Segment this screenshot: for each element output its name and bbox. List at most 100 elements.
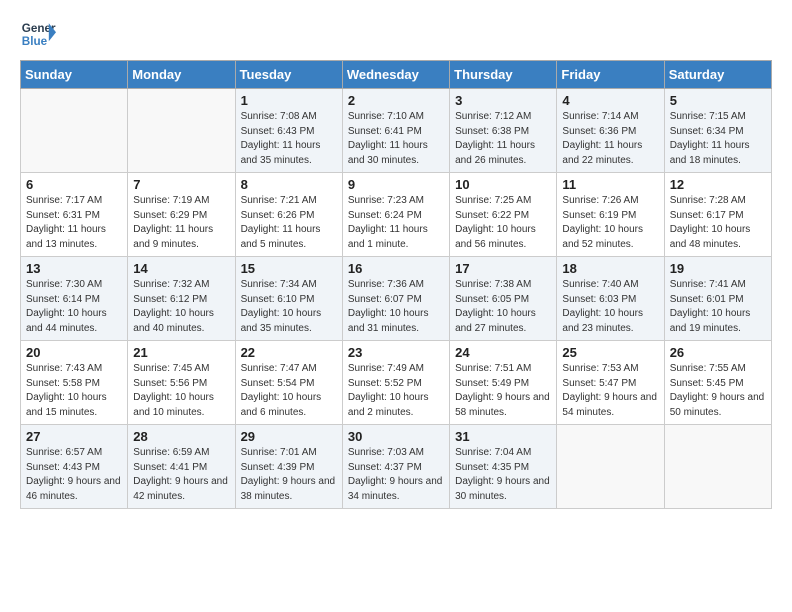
day-info: Sunrise: 7:36 AM Sunset: 6:07 PM Dayligh… bbox=[348, 278, 444, 336]
calendar-cell: 7Sunrise: 7:19 AM Sunset: 6:29 PM Daylig… bbox=[128, 173, 235, 257]
calendar-cell: 24 Sunrise: 7:51 AM Sunset: 5:49 PM Dayli… bbox=[450, 341, 557, 425]
day-info: Sunrise: 7:34 AM Sunset: 6:10 PM Dayligh… bbox=[241, 278, 337, 336]
day-number: 24 bbox=[455, 345, 551, 360]
calendar-cell: 17 Sunrise: 7:38 AM Sunset: 6:05 PM Dayli… bbox=[450, 257, 557, 341]
day-info: Sunrise: 7:53 AM Sunset: 5:47 PM Dayligh… bbox=[562, 362, 658, 420]
day-number: 4 bbox=[562, 93, 658, 108]
day-info: Sunrise: 7:51 AM Sunset: 5:49 PM Dayligh… bbox=[455, 362, 551, 420]
weekday-header-saturday: Saturday bbox=[664, 61, 771, 89]
day-number: 12 bbox=[670, 177, 766, 192]
day-number: 29 bbox=[241, 429, 337, 444]
calendar-cell: 28 Sunrise: 6:59 AM Sunset: 4:41 PM Dayli… bbox=[128, 425, 235, 509]
calendar-cell: 19 Sunrise: 7:41 AM Sunset: 6:01 PM Dayli… bbox=[664, 257, 771, 341]
weekday-header-thursday: Thursday bbox=[450, 61, 557, 89]
calendar-cell: 30 Sunrise: 7:03 AM Sunset: 4:37 PM Dayli… bbox=[342, 425, 449, 509]
calendar-cell: 20Sunrise: 7:43 AM Sunset: 5:58 PM Dayli… bbox=[21, 341, 128, 425]
calendar-cell: 21Sunrise: 7:45 AM Sunset: 5:56 PM Dayli… bbox=[128, 341, 235, 425]
weekday-header-row: SundayMondayTuesdayWednesdayThursdayFrid… bbox=[21, 61, 772, 89]
header: GeneralBlue bbox=[20, 16, 772, 52]
calendar-cell: 1 Sunrise: 7:08 AM Sunset: 6:43 PM Daylig… bbox=[235, 89, 342, 173]
day-number: 23 bbox=[348, 345, 444, 360]
calendar-cell: 29 Sunrise: 7:01 AM Sunset: 4:39 PM Dayli… bbox=[235, 425, 342, 509]
calendar-cell: 27Sunrise: 6:57 AM Sunset: 4:43 PM Dayli… bbox=[21, 425, 128, 509]
day-info: Sunrise: 7:43 AM Sunset: 5:58 PM Dayligh… bbox=[26, 362, 122, 420]
calendar-cell: 6 Sunrise: 7:17 AM Sunset: 6:31 PM Daylig… bbox=[21, 173, 128, 257]
day-number: 11 bbox=[562, 177, 658, 192]
day-info: Sunrise: 7:49 AM Sunset: 5:52 PM Dayligh… bbox=[348, 362, 444, 420]
weekday-header-sunday: Sunday bbox=[21, 61, 128, 89]
day-number: 14 bbox=[133, 261, 229, 276]
day-info: Sunrise: 7:28 AM Sunset: 6:17 PM Dayligh… bbox=[670, 194, 766, 252]
calendar-cell: 23 Sunrise: 7:49 AM Sunset: 5:52 PM Dayli… bbox=[342, 341, 449, 425]
calendar-cell: 8Sunrise: 7:21 AM Sunset: 6:26 PM Daylig… bbox=[235, 173, 342, 257]
calendar-cell bbox=[664, 425, 771, 509]
day-info: Sunrise: 7:04 AM Sunset: 4:35 PM Dayligh… bbox=[455, 446, 551, 504]
day-info: Sunrise: 7:23 AM Sunset: 6:24 PM Dayligh… bbox=[348, 194, 444, 252]
day-number: 15 bbox=[241, 261, 337, 276]
day-info: Sunrise: 7:41 AM Sunset: 6:01 PM Dayligh… bbox=[670, 278, 766, 336]
week-row-1: 1 Sunrise: 7:08 AM Sunset: 6:43 PM Daylig… bbox=[21, 89, 772, 173]
day-info: Sunrise: 7:25 AM Sunset: 6:22 PM Dayligh… bbox=[455, 194, 551, 252]
day-number: 3 bbox=[455, 93, 551, 108]
day-info: Sunrise: 7:01 AM Sunset: 4:39 PM Dayligh… bbox=[241, 446, 337, 504]
weekday-header-friday: Friday bbox=[557, 61, 664, 89]
day-number: 18 bbox=[562, 261, 658, 276]
day-info: Sunrise: 7:15 AM Sunset: 6:34 PM Dayligh… bbox=[670, 110, 766, 168]
day-info: Sunrise: 6:59 AM Sunset: 4:41 PM Dayligh… bbox=[133, 446, 229, 504]
day-number: 30 bbox=[348, 429, 444, 444]
day-number: 10 bbox=[455, 177, 551, 192]
calendar-cell: 22Sunrise: 7:47 AM Sunset: 5:54 PM Dayli… bbox=[235, 341, 342, 425]
calendar-cell: 11Sunrise: 7:26 AM Sunset: 6:19 PM Dayli… bbox=[557, 173, 664, 257]
day-number: 6 bbox=[26, 177, 122, 192]
day-info: Sunrise: 7:32 AM Sunset: 6:12 PM Dayligh… bbox=[133, 278, 229, 336]
calendar-cell: 5Sunrise: 7:15 AM Sunset: 6:34 PM Daylig… bbox=[664, 89, 771, 173]
day-number: 21 bbox=[133, 345, 229, 360]
calendar-cell: 4 Sunrise: 7:14 AM Sunset: 6:36 PM Daylig… bbox=[557, 89, 664, 173]
calendar: SundayMondayTuesdayWednesdayThursdayFrid… bbox=[20, 60, 772, 509]
calendar-cell: 3 Sunrise: 7:12 AM Sunset: 6:38 PM Daylig… bbox=[450, 89, 557, 173]
day-info: Sunrise: 7:38 AM Sunset: 6:05 PM Dayligh… bbox=[455, 278, 551, 336]
day-number: 7 bbox=[133, 177, 229, 192]
day-number: 19 bbox=[670, 261, 766, 276]
calendar-cell bbox=[21, 89, 128, 173]
calendar-cell: 16 Sunrise: 7:36 AM Sunset: 6:07 PM Dayli… bbox=[342, 257, 449, 341]
day-info: Sunrise: 7:12 AM Sunset: 6:38 PM Dayligh… bbox=[455, 110, 551, 168]
logo: GeneralBlue bbox=[20, 16, 56, 52]
calendar-cell: 26Sunrise: 7:55 AM Sunset: 5:45 PM Dayli… bbox=[664, 341, 771, 425]
calendar-cell: 14 Sunrise: 7:32 AM Sunset: 6:12 PM Dayli… bbox=[128, 257, 235, 341]
week-row-2: 6 Sunrise: 7:17 AM Sunset: 6:31 PM Daylig… bbox=[21, 173, 772, 257]
calendar-cell: 18Sunrise: 7:40 AM Sunset: 6:03 PM Dayli… bbox=[557, 257, 664, 341]
weekday-header-monday: Monday bbox=[128, 61, 235, 89]
week-row-5: 27Sunrise: 6:57 AM Sunset: 4:43 PM Dayli… bbox=[21, 425, 772, 509]
day-number: 1 bbox=[241, 93, 337, 108]
day-number: 17 bbox=[455, 261, 551, 276]
calendar-cell: 31 Sunrise: 7:04 AM Sunset: 4:35 PM Dayli… bbox=[450, 425, 557, 509]
weekday-header-tuesday: Tuesday bbox=[235, 61, 342, 89]
day-info: Sunrise: 7:17 AM Sunset: 6:31 PM Dayligh… bbox=[26, 194, 122, 252]
day-info: Sunrise: 7:08 AM Sunset: 6:43 PM Dayligh… bbox=[241, 110, 337, 168]
day-info: Sunrise: 7:14 AM Sunset: 6:36 PM Dayligh… bbox=[562, 110, 658, 168]
day-number: 16 bbox=[348, 261, 444, 276]
week-row-4: 20Sunrise: 7:43 AM Sunset: 5:58 PM Dayli… bbox=[21, 341, 772, 425]
day-number: 27 bbox=[26, 429, 122, 444]
day-number: 31 bbox=[455, 429, 551, 444]
day-info: Sunrise: 7:10 AM Sunset: 6:41 PM Dayligh… bbox=[348, 110, 444, 168]
day-number: 8 bbox=[241, 177, 337, 192]
day-number: 2 bbox=[348, 93, 444, 108]
calendar-cell: 2 Sunrise: 7:10 AM Sunset: 6:41 PM Daylig… bbox=[342, 89, 449, 173]
day-number: 13 bbox=[26, 261, 122, 276]
svg-text:Blue: Blue bbox=[22, 35, 48, 48]
day-number: 28 bbox=[133, 429, 229, 444]
day-number: 9 bbox=[348, 177, 444, 192]
calendar-cell: 10 Sunrise: 7:25 AM Sunset: 6:22 PM Dayli… bbox=[450, 173, 557, 257]
calendar-cell: 25Sunrise: 7:53 AM Sunset: 5:47 PM Dayli… bbox=[557, 341, 664, 425]
day-info: Sunrise: 7:47 AM Sunset: 5:54 PM Dayligh… bbox=[241, 362, 337, 420]
calendar-cell bbox=[557, 425, 664, 509]
day-info: Sunrise: 7:55 AM Sunset: 5:45 PM Dayligh… bbox=[670, 362, 766, 420]
calendar-cell: 15 Sunrise: 7:34 AM Sunset: 6:10 PM Dayli… bbox=[235, 257, 342, 341]
day-info: Sunrise: 7:30 AM Sunset: 6:14 PM Dayligh… bbox=[26, 278, 122, 336]
day-info: Sunrise: 7:03 AM Sunset: 4:37 PM Dayligh… bbox=[348, 446, 444, 504]
logo-icon: GeneralBlue bbox=[20, 16, 56, 52]
calendar-cell: 12 Sunrise: 7:28 AM Sunset: 6:17 PM Dayli… bbox=[664, 173, 771, 257]
week-row-3: 13 Sunrise: 7:30 AM Sunset: 6:14 PM Dayli… bbox=[21, 257, 772, 341]
